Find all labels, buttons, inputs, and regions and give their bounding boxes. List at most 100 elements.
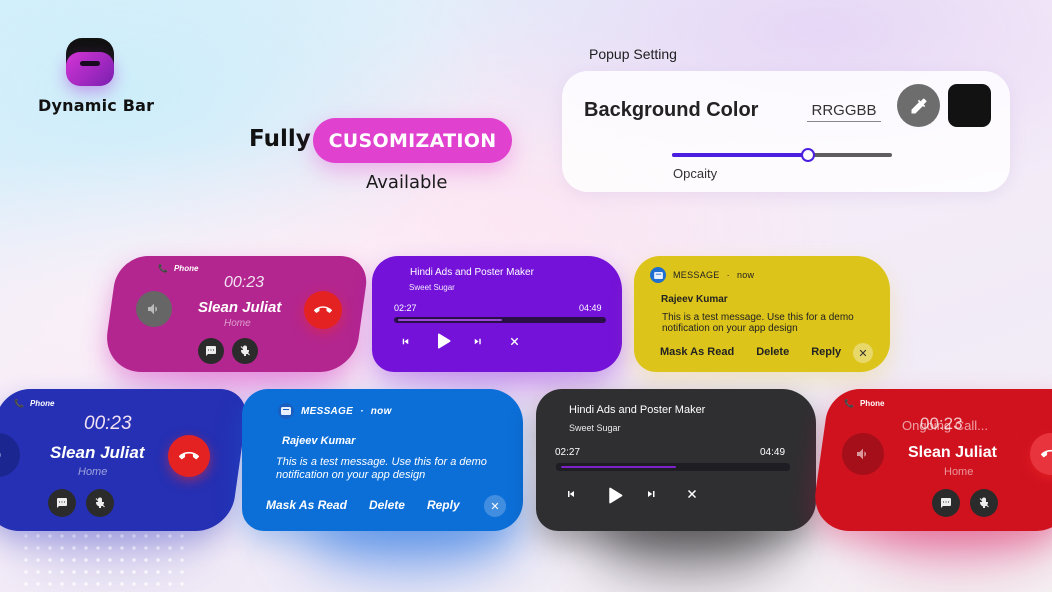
- dot-pattern: [20, 530, 190, 592]
- app-title: Dynamic Bar: [38, 96, 155, 115]
- phone-icon: 📞: [158, 264, 168, 273]
- color-picker-button[interactable]: [897, 84, 940, 127]
- message-actions: Mask As Read Delete Reply: [660, 346, 841, 358]
- play-button[interactable]: [432, 330, 454, 352]
- progress-bar[interactable]: [394, 317, 606, 323]
- mute-mic-icon: [240, 345, 250, 356]
- message-actions: Mask As Read Delete Reply: [266, 498, 460, 512]
- phone-icon: 📞: [844, 399, 854, 408]
- phone-icon: 📞: [14, 399, 24, 408]
- message-header: MESSAGE · now: [278, 403, 392, 419]
- play-icon: [438, 333, 451, 349]
- mark-as-read-button[interactable]: Mask As Read: [266, 498, 347, 512]
- message-card-yellow[interactable]: MESSAGE · now Rajeev Kumar This is a tes…: [634, 256, 890, 372]
- mute-button[interactable]: [232, 338, 258, 364]
- speaker-button[interactable]: [0, 433, 20, 477]
- opacity-slider[interactable]: [672, 148, 892, 162]
- dismiss-button[interactable]: ✕: [853, 343, 873, 363]
- message-button[interactable]: [198, 338, 224, 364]
- close-icon: [687, 489, 697, 499]
- previous-button[interactable]: [398, 334, 412, 348]
- mute-button[interactable]: [970, 489, 998, 517]
- song-title: Hindi Ads and Poster Maker: [410, 267, 534, 278]
- caller-label: Home: [224, 318, 251, 329]
- eyedropper-icon: [911, 98, 926, 113]
- play-button[interactable]: [602, 483, 626, 507]
- speaker-button[interactable]: [842, 433, 884, 475]
- dismiss-button[interactable]: ✕: [484, 495, 506, 517]
- close-icon: [510, 337, 518, 345]
- slider-thumb[interactable]: [801, 148, 816, 162]
- message-header: MESSAGE · now: [650, 267, 754, 283]
- caller-name: Slean Juliat: [198, 299, 282, 316]
- previous-icon: [402, 338, 408, 344]
- progress-fill: [398, 319, 503, 321]
- speaker-icon: [0, 449, 1, 461]
- music-card-dark[interactable]: Hindi Ads and Poster Maker Sweet Sugar 0…: [536, 389, 816, 531]
- progress-bar[interactable]: [556, 463, 790, 471]
- end-call-button[interactable]: [304, 291, 342, 329]
- hex-color-input[interactable]: [807, 99, 881, 122]
- call-card-magenta[interactable]: 📞 Phone 00:23 Slean Juliat Home: [101, 256, 371, 372]
- message-body: This is a test message. Use this for a d…: [662, 312, 854, 334]
- elapsed-time: 02:27: [555, 447, 581, 458]
- total-duration: 04:49: [760, 447, 786, 458]
- call-source: 📞 Phone: [158, 264, 199, 273]
- speaker-button[interactable]: [136, 291, 172, 327]
- caller-label: Home: [78, 466, 108, 478]
- delete-button[interactable]: Delete: [756, 346, 789, 358]
- popup-setting-label: Popup Setting: [589, 46, 677, 62]
- mark-as-read-button[interactable]: Mask As Read: [660, 346, 734, 358]
- message-app-icon: [278, 403, 294, 419]
- next-button[interactable]: [644, 487, 658, 501]
- caller-name: Slean Juliat: [908, 444, 997, 461]
- mute-mic-icon: [95, 497, 105, 508]
- message-card-blue[interactable]: MESSAGE · now Rajeev Kumar This is a tes…: [242, 389, 523, 531]
- song-artist: Sweet Sugar: [409, 283, 455, 292]
- message-button[interactable]: [48, 489, 76, 517]
- next-button[interactable]: [470, 334, 484, 348]
- headline-prefix: Fully: [249, 126, 311, 152]
- close-icon: ✕: [490, 500, 500, 513]
- total-duration: 04:49: [579, 303, 602, 313]
- play-icon: [608, 487, 622, 503]
- previous-button[interactable]: [564, 487, 578, 501]
- message-sender: Rajeev Kumar: [661, 294, 728, 305]
- message-sender: Rajeev Kumar: [282, 435, 356, 447]
- popup-setting-card: Background Color Opcaity: [562, 71, 1010, 192]
- slider-fill: [672, 153, 809, 157]
- call-timer: 00:23: [224, 274, 265, 291]
- next-icon: [648, 491, 655, 497]
- music-card-purple[interactable]: Hindi Ads and Poster Maker Sweet Sugar 0…: [372, 256, 622, 372]
- call-status: Ongoing Call...: [902, 418, 988, 433]
- call-source: 📞 Phone: [14, 399, 55, 408]
- close-button[interactable]: [507, 334, 521, 348]
- progress-fill: [561, 466, 677, 468]
- reply-button[interactable]: Reply: [811, 346, 841, 358]
- end-call-button[interactable]: [1030, 433, 1052, 475]
- speaker-icon: [148, 303, 157, 315]
- mute-mic-icon: [979, 497, 989, 508]
- message-app-icon: [650, 267, 666, 283]
- end-call-icon: [1041, 449, 1052, 458]
- call-card-blue[interactable]: 📞 Phone 00:23 Slean Juliat Home: [0, 389, 250, 531]
- call-card-red[interactable]: 📞 Phone 00:23 Ongoing Call... Slean Juli…: [810, 389, 1052, 531]
- close-button[interactable]: [685, 487, 699, 501]
- speaker-icon: [857, 448, 866, 460]
- opacity-label: Opcaity: [673, 166, 718, 181]
- message-button[interactable]: [932, 489, 960, 517]
- selected-color-swatch[interactable]: [948, 84, 991, 127]
- song-artist: Sweet Sugar: [569, 423, 621, 433]
- caller-name: Slean Juliat: [50, 443, 145, 462]
- headline-highlight-pill: CUSOMIZATION: [313, 118, 512, 163]
- delete-button[interactable]: Delete: [369, 498, 405, 512]
- end-call-icon: [314, 306, 332, 313]
- mute-button[interactable]: [86, 489, 115, 517]
- message-icon: [206, 346, 216, 356]
- previous-icon: [568, 491, 574, 497]
- headline-suffix: Available: [366, 172, 448, 193]
- reply-button[interactable]: Reply: [427, 498, 460, 512]
- message-icon: [941, 498, 951, 508]
- song-title: Hindi Ads and Poster Maker: [569, 404, 706, 416]
- end-call-button[interactable]: [168, 435, 210, 477]
